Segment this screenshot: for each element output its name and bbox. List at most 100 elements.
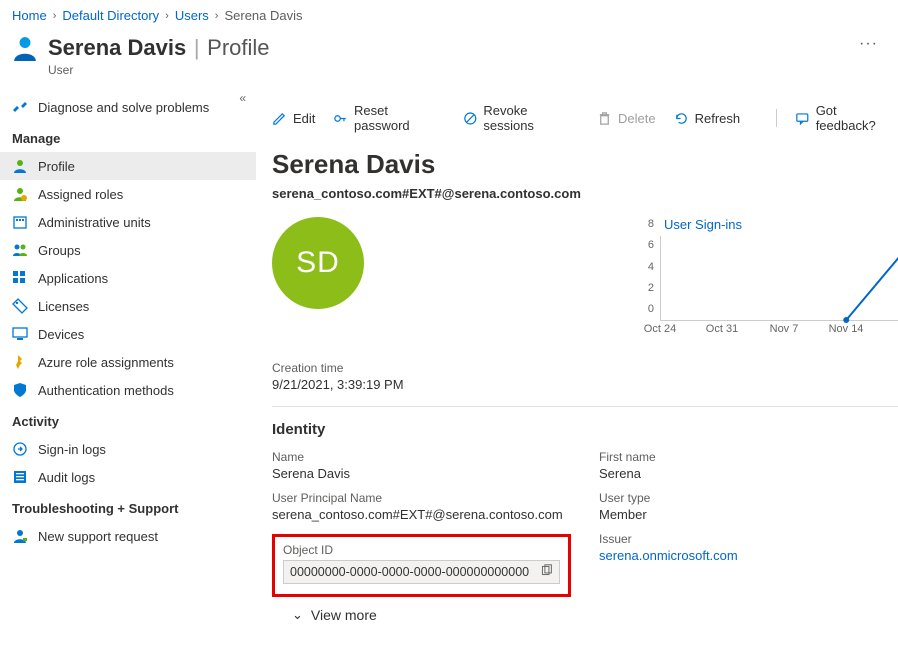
sidebar-item-label: Diagnose and solve problems — [38, 100, 209, 115]
collapse-icon[interactable]: « — [239, 91, 246, 105]
people-icon — [12, 242, 28, 258]
grid-icon — [12, 270, 28, 286]
object-id-label: Object ID — [283, 543, 560, 557]
chart-title[interactable]: User Sign-ins — [628, 217, 898, 232]
page-category: User — [48, 63, 841, 77]
block-icon — [463, 111, 478, 126]
user-upn: serena_contoso.com#EXT#@serena.contoso.c… — [272, 186, 898, 201]
toolbar-label: Revoke sessions — [483, 103, 579, 133]
sidebar-group-troubleshooting: Troubleshooting + Support — [0, 491, 256, 522]
tag-icon — [12, 298, 28, 314]
x-tick: Oct 24 — [644, 323, 676, 335]
sidebar-item-label: Authentication methods — [38, 383, 174, 398]
sidebar-item-profile[interactable]: Profile — [0, 152, 256, 180]
creation-time-value: 9/21/2021, 3:39:19 PM — [272, 377, 898, 392]
reset-password-button[interactable]: Reset password — [333, 103, 444, 133]
sidebar-item-licenses[interactable]: Licenses — [0, 292, 256, 320]
chevron-right-icon: › — [215, 10, 219, 22]
sidebar-item-signin-logs[interactable]: Sign-in logs — [0, 435, 256, 463]
refresh-button[interactable]: Refresh — [674, 111, 741, 126]
object-id-field[interactable]: 00000000-0000-0000-0000-000000000000 — [283, 560, 560, 584]
sidebar-item-azure-roles[interactable]: Azure role assignments — [0, 348, 256, 376]
name-value: Serena Davis — [272, 466, 571, 481]
user-type-label: User type — [599, 491, 898, 505]
chevron-right-icon: › — [165, 10, 169, 22]
toolbar-label: Refresh — [695, 111, 741, 126]
view-more-button[interactable]: ⌄ View more — [272, 597, 898, 623]
title-divider: | — [194, 35, 200, 60]
main-content: Edit Reset password Revoke sessions Dele… — [256, 89, 898, 623]
identity-section-title: Identity — [272, 421, 898, 438]
view-more-label: View more — [311, 607, 377, 623]
breadcrumb-item[interactable]: Users — [175, 8, 209, 23]
object-id-value: 00000000-0000-0000-0000-000000000000 — [290, 565, 534, 579]
revoke-sessions-button[interactable]: Revoke sessions — [463, 103, 579, 133]
breadcrumb-current: Serena Davis — [224, 8, 302, 23]
key-icon — [333, 111, 348, 126]
sidebar-item-audit-logs[interactable]: Audit logs — [0, 463, 256, 491]
feedback-button[interactable]: Got feedback? — [795, 103, 898, 133]
sidebar-item-support[interactable]: New support request — [0, 522, 256, 550]
sidebar-item-admin-units[interactable]: Administrative units — [0, 208, 256, 236]
signin-icon — [12, 441, 28, 457]
y-tick: 2 — [648, 282, 654, 294]
edit-button[interactable]: Edit — [272, 111, 315, 126]
monitor-icon — [12, 326, 28, 342]
sidebar-group-activity: Activity — [0, 404, 256, 435]
page-title: Serena Davis — [48, 35, 186, 60]
sidebar-group-manage: Manage — [0, 121, 256, 152]
user-name: Serena Davis — [272, 149, 898, 180]
page-subtitle: Profile — [207, 35, 269, 60]
upn-value: serena_contoso.com#EXT#@serena.contoso.c… — [272, 507, 571, 522]
y-tick: 4 — [648, 261, 654, 273]
more-icon[interactable]: ··· — [851, 35, 886, 53]
y-tick: 0 — [648, 303, 654, 315]
copy-icon[interactable] — [540, 564, 553, 580]
sidebar-item-roles[interactable]: Assigned roles — [0, 180, 256, 208]
list-icon — [12, 469, 28, 485]
sidebar-item-applications[interactable]: Applications — [0, 264, 256, 292]
name-label: Name — [272, 450, 571, 464]
sidebar-item-devices[interactable]: Devices — [0, 320, 256, 348]
toolbar-label: Reset password — [354, 103, 445, 133]
shield-icon — [12, 382, 28, 398]
sidebar-item-diagnose[interactable]: Diagnose and solve problems — [0, 93, 256, 121]
trash-icon — [597, 111, 612, 126]
signins-chart: User Sign-ins 02468 Oct 24Oct 31Nov 7Nov… — [628, 217, 898, 341]
upn-label: User Principal Name — [272, 491, 571, 505]
toolbar: Edit Reset password Revoke sessions Dele… — [272, 99, 898, 149]
sidebar-item-groups[interactable]: Groups — [0, 236, 256, 264]
x-tick: Oct 31 — [706, 323, 738, 335]
toolbar-separator — [776, 109, 777, 127]
toolbar-label: Delete — [618, 111, 656, 126]
sidebar-item-auth-methods[interactable]: Authentication methods — [0, 376, 256, 404]
sidebar-item-label: Applications — [38, 271, 108, 286]
x-tick: Nov 7 — [770, 323, 799, 335]
badge-icon — [12, 186, 28, 202]
y-tick: 6 — [648, 239, 654, 251]
toolbar-label: Edit — [293, 111, 315, 126]
page-header: Serena Davis | Profile User ··· — [0, 31, 898, 89]
creation-time-label: Creation time — [272, 361, 898, 375]
first-name-value: Serena — [599, 466, 898, 481]
breadcrumb-item[interactable]: Home — [12, 8, 47, 23]
toolbar-label: Got feedback? — [816, 103, 898, 133]
sidebar-item-label: Sign-in logs — [38, 442, 106, 457]
sidebar-item-label: Licenses — [38, 299, 89, 314]
breadcrumb-item[interactable]: Default Directory — [62, 8, 159, 23]
sidebar-item-label: Administrative units — [38, 215, 151, 230]
refresh-icon — [674, 111, 689, 126]
divider — [272, 406, 898, 407]
feedback-icon — [795, 111, 810, 126]
chevron-right-icon: › — [53, 10, 57, 22]
sidebar-item-label: Devices — [38, 327, 84, 342]
sidebar-item-label: Audit logs — [38, 470, 95, 485]
sidebar-item-label: New support request — [38, 529, 158, 544]
issuer-value[interactable]: serena.onmicrosoft.com — [599, 548, 898, 563]
delete-button: Delete — [597, 111, 656, 126]
avatar: SD — [272, 217, 364, 309]
first-name-label: First name — [599, 450, 898, 464]
breadcrumb: Home › Default Directory › Users › Seren… — [0, 0, 898, 31]
sidebar: « Diagnose and solve problems Manage Pro… — [0, 89, 256, 623]
sidebar-item-label: Azure role assignments — [38, 355, 174, 370]
